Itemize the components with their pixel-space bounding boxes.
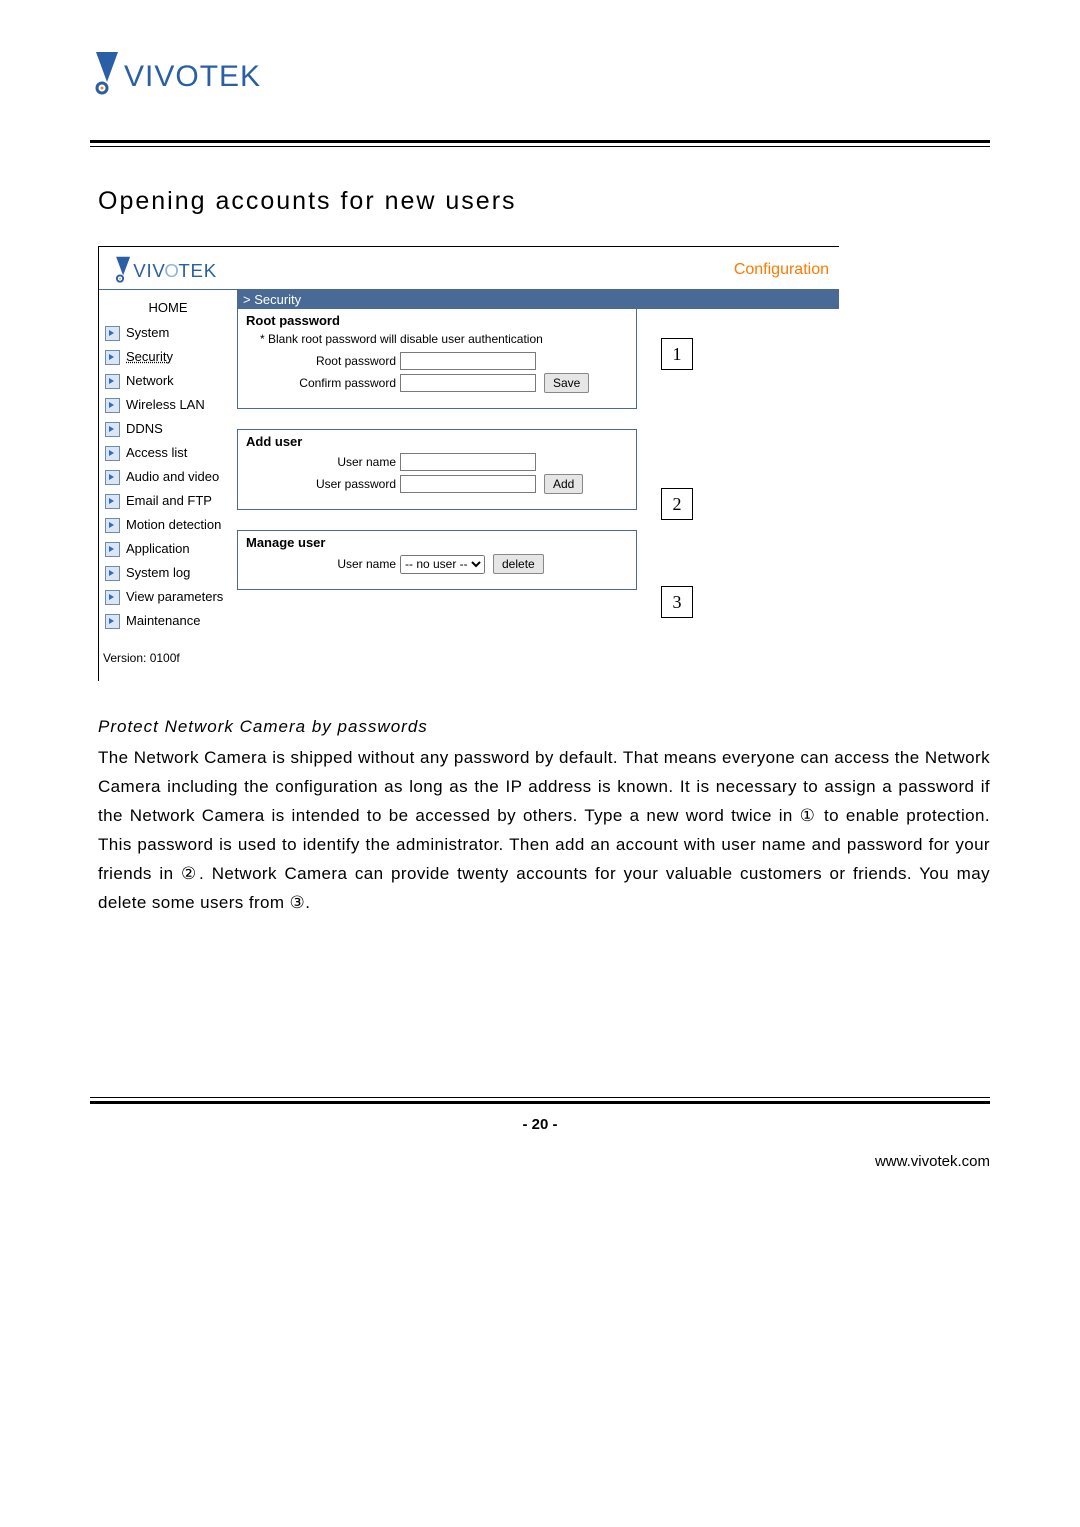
- arrow-right-icon: [105, 590, 120, 605]
- svg-text:VIVOTEK: VIVOTEK: [124, 60, 261, 93]
- nav-item-motion-detection[interactable]: Motion detection: [99, 513, 237, 537]
- page-number: - 20 -: [90, 1116, 990, 1133]
- label-user-password: User password: [246, 477, 400, 491]
- save-button[interactable]: Save: [544, 373, 589, 393]
- config-screenshot: VIV O TEK Configuration HOME System Secu…: [98, 246, 839, 681]
- vivotek-logo-icon: VIVOTEK: [90, 50, 300, 100]
- nav-item-view-parameters[interactable]: View parameters: [99, 585, 237, 609]
- page-title: Opening accounts for new users: [98, 187, 990, 216]
- callout-1: 1: [661, 338, 693, 370]
- label-confirm-password: Confirm password: [246, 376, 400, 390]
- arrow-right-icon: [105, 398, 120, 413]
- arrow-right-icon: [105, 350, 120, 365]
- nav-item-audio-video[interactable]: Audio and video: [99, 465, 237, 489]
- label-manage-user-name: User name: [246, 557, 400, 571]
- manage-user-select[interactable]: -- no user --: [400, 555, 485, 574]
- subheading: Protect Network Camera by passwords: [98, 717, 990, 737]
- nav-home[interactable]: HOME: [99, 296, 237, 321]
- arrow-right-icon: [105, 566, 120, 581]
- nav-item-security[interactable]: Security: [99, 345, 237, 369]
- sidebar: HOME System Security Network Wireless LA…: [99, 290, 237, 681]
- vivotek-logo-small-icon: VIV O TEK: [113, 255, 253, 285]
- arrow-right-icon: [105, 518, 120, 533]
- nav-item-system[interactable]: System: [99, 321, 237, 345]
- nav-item-email-ftp[interactable]: Email and FTP: [99, 489, 237, 513]
- svg-text:O: O: [164, 260, 179, 281]
- nav-item-application[interactable]: Application: [99, 537, 237, 561]
- arrow-right-icon: [105, 542, 120, 557]
- nav-item-wireless-lan[interactable]: Wireless LAN: [99, 393, 237, 417]
- confirm-password-input[interactable]: [400, 374, 536, 392]
- nav-item-ddns[interactable]: DDNS: [99, 417, 237, 441]
- panel-title: Manage user: [246, 535, 628, 550]
- arrow-right-icon: [105, 446, 120, 461]
- callout-2: 2: [661, 488, 693, 520]
- nav-item-access-list[interactable]: Access list: [99, 441, 237, 465]
- arrow-right-icon: [105, 614, 120, 629]
- bottom-divider: [90, 1097, 990, 1104]
- configuration-label: Configuration: [734, 261, 829, 279]
- svg-text:VIV: VIV: [133, 260, 165, 281]
- brand-logo-top: VIVOTEK: [90, 50, 990, 100]
- svg-text:TEK: TEK: [178, 260, 217, 281]
- breadcrumb: > Security: [237, 290, 839, 309]
- nav-item-network[interactable]: Network: [99, 369, 237, 393]
- arrow-right-icon: [105, 326, 120, 341]
- arrow-right-icon: [105, 374, 120, 389]
- panel-title: Root password: [246, 313, 628, 328]
- nav-item-maintenance[interactable]: Maintenance: [99, 609, 237, 633]
- panel-root-password: Root password * Blank root password will…: [237, 309, 637, 409]
- arrow-right-icon: [105, 470, 120, 485]
- label-root-password: Root password: [246, 354, 400, 368]
- delete-button[interactable]: delete: [493, 554, 544, 574]
- body-text: The Network Camera is shipped without an…: [98, 743, 990, 917]
- footer-url: www.vivotek.com: [90, 1153, 990, 1170]
- add-button[interactable]: Add: [544, 474, 583, 494]
- version-label: Version: 0100f: [99, 633, 237, 675]
- add-user-name-input[interactable]: [400, 453, 536, 471]
- panel-title: Add user: [246, 434, 628, 449]
- panel-manage-user: Manage user User name -- no user -- dele…: [237, 530, 637, 590]
- nav-item-system-log[interactable]: System log: [99, 561, 237, 585]
- panel-add-user: Add user User name User password Add: [237, 429, 637, 510]
- label-user-name: User name: [246, 455, 400, 469]
- add-user-password-input[interactable]: [400, 475, 536, 493]
- callout-3: 3: [661, 586, 693, 618]
- arrow-right-icon: [105, 422, 120, 437]
- root-password-input[interactable]: [400, 352, 536, 370]
- top-divider: [90, 140, 990, 147]
- arrow-right-icon: [105, 494, 120, 509]
- root-password-note: * Blank root password will disable user …: [260, 332, 628, 346]
